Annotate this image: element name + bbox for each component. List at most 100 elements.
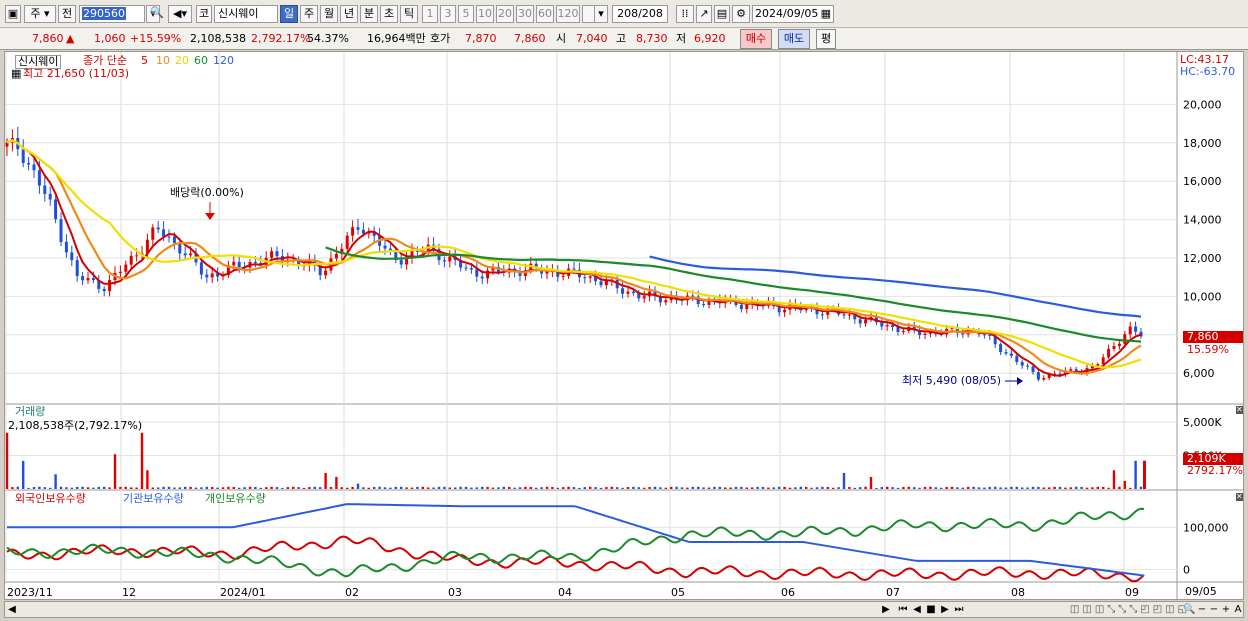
volume: 2,108,538 <box>190 32 246 45</box>
volume-bar <box>1031 486 1035 489</box>
period-minute[interactable]: 분 <box>360 5 378 23</box>
auto-scale-icon[interactable]: A <box>1233 603 1243 616</box>
search-icon[interactable]: 🔍 <box>150 5 164 23</box>
candle-body <box>129 255 133 265</box>
candle-body <box>604 280 608 286</box>
legend-foreign: 외국인보유수량 <box>15 492 86 505</box>
candle-body <box>399 260 403 265</box>
high-note: 최고 21,650 (11/03) <box>23 67 130 80</box>
interval-30[interactable]: 30 <box>516 5 534 23</box>
volume-bar <box>610 486 613 489</box>
interval-3[interactable]: 3 <box>440 5 456 23</box>
interval-dropdown-icon[interactable]: ▾ <box>594 5 608 23</box>
stop-icon[interactable]: ■ <box>925 603 937 616</box>
volume-bar <box>767 487 770 489</box>
ma-line-60 <box>325 246 1142 343</box>
stock-code-input[interactable]: 290560 <box>79 5 145 23</box>
candle-body <box>583 277 587 279</box>
candle-body <box>199 262 203 275</box>
volume-bar <box>761 486 765 489</box>
volume-bar <box>632 486 635 489</box>
volume-bar <box>1129 487 1132 489</box>
buy-button[interactable]: 매수 <box>740 29 772 49</box>
prev-button[interactable]: 전 <box>58 5 76 23</box>
volume-bar <box>216 487 219 489</box>
volume-bar <box>81 486 84 489</box>
period-week[interactable]: 주 <box>300 5 318 23</box>
holdings-close-icon[interactable]: ✕ <box>1236 493 1243 501</box>
last-page-icon[interactable]: ⏭ <box>953 603 965 616</box>
calendar-icon[interactable]: ▦ <box>821 6 831 22</box>
scroll-right-icon[interactable]: ▶ <box>881 603 891 616</box>
candle-type-icon[interactable]: ⁞⁞ <box>676 5 694 23</box>
legend-ma-120: 120 <box>213 54 234 67</box>
volume-close-icon[interactable]: ✕ <box>1236 406 1243 414</box>
market-select[interactable]: 주 ▾ <box>24 5 56 23</box>
zoom-out-icon[interactable]: − <box>1197 603 1207 616</box>
candle-body <box>702 304 706 306</box>
volume-bar <box>686 487 689 489</box>
volume-bar <box>583 487 586 489</box>
price-tick-label: 18,000 <box>1183 137 1222 150</box>
zoom-search-icon[interactable]: 🔍 <box>1183 603 1195 616</box>
scroll-left-icon[interactable]: ◀ <box>7 603 17 616</box>
volume-bar <box>923 486 927 489</box>
sell-button[interactable]: 매도 <box>778 29 810 49</box>
stock-name-field[interactable]: 신시웨이 <box>214 5 278 23</box>
stock-chart[interactable]: 2023/11122024/0102030405060708096,0008,0… <box>4 51 1244 600</box>
period-year[interactable]: 년 <box>340 5 358 23</box>
volume-bar <box>653 486 657 489</box>
volume-bar <box>459 486 462 489</box>
open-price: 7,040 <box>576 32 608 45</box>
chart-scrollbar[interactable]: ◀ ▶ ⏮ ◀ ■ ▶ ⏭ ◫◫◫⤡⤡⤡◰◰◫◱ 🔍 − − + A <box>4 601 1244 618</box>
holdings-line-0 <box>6 535 1145 583</box>
eval-button[interactable]: 평 <box>816 29 836 49</box>
volume-bar <box>1021 487 1024 489</box>
volume-bar <box>475 487 478 489</box>
volume-bar <box>340 487 343 489</box>
interval-1[interactable]: 1 <box>422 5 438 23</box>
volume-bar <box>659 487 662 489</box>
zoom-minus-icon[interactable]: − <box>1209 603 1219 616</box>
speaker-icon[interactable]: ◀▾ <box>168 5 192 23</box>
candle-body <box>388 248 392 251</box>
prev-page-icon[interactable]: ◀ <box>911 603 923 616</box>
volume-bar <box>810 487 813 489</box>
legend-ma-60: 60 <box>194 54 208 67</box>
holdings-tick-label: 100,000 <box>1183 521 1229 534</box>
window-icon[interactable]: ▣ <box>5 5 21 23</box>
volume-bar <box>1107 487 1110 489</box>
volume-bar <box>999 487 1002 489</box>
candle-body <box>1069 369 1073 371</box>
volume-bar <box>308 487 311 489</box>
interval-120[interactable]: 120 <box>556 5 580 23</box>
volume-bar <box>972 486 975 489</box>
interval-60[interactable]: 60 <box>536 5 554 23</box>
play-icon[interactable]: ▶ <box>939 603 951 616</box>
candle-body <box>124 264 128 272</box>
calendar-icon[interactable]: ▦ <box>11 68 21 80</box>
ma-line-120 <box>649 255 1142 318</box>
period-month[interactable]: 월 <box>320 5 338 23</box>
settings-icon[interactable]: ⚙ <box>732 5 750 23</box>
candle-body <box>189 253 193 256</box>
count-field[interactable]: 208/208 <box>612 5 668 23</box>
date-field[interactable]: 2024/09/05 ▦ <box>752 5 834 23</box>
volume-bar <box>707 487 711 489</box>
period-second[interactable]: 초 <box>380 5 398 23</box>
toolbar: ▣ 주 ▾ 전 290560 ▾ 🔍 ◀▾ 코 신시웨이 일 주 월 년 분 초… <box>0 0 1248 28</box>
candle-body <box>475 269 479 277</box>
period-day[interactable]: 일 <box>280 5 298 23</box>
volume-bar <box>351 486 354 489</box>
interval-10[interactable]: 10 <box>476 5 494 23</box>
first-page-icon[interactable]: ⏮ <box>897 603 909 616</box>
draw-tools-icon[interactable]: ↗ <box>696 5 712 23</box>
interval-20[interactable]: 20 <box>496 5 514 23</box>
period-tick[interactable]: 틱 <box>400 5 418 23</box>
hc-label: HC:-63.70 <box>1180 65 1236 78</box>
save-icon[interactable]: ▤ <box>714 5 730 23</box>
zoom-in-icon[interactable]: + <box>1221 603 1231 616</box>
date-right-label: 09/05 <box>1185 585 1217 598</box>
interval-5[interactable]: 5 <box>458 5 474 23</box>
volume-bar <box>967 486 970 489</box>
